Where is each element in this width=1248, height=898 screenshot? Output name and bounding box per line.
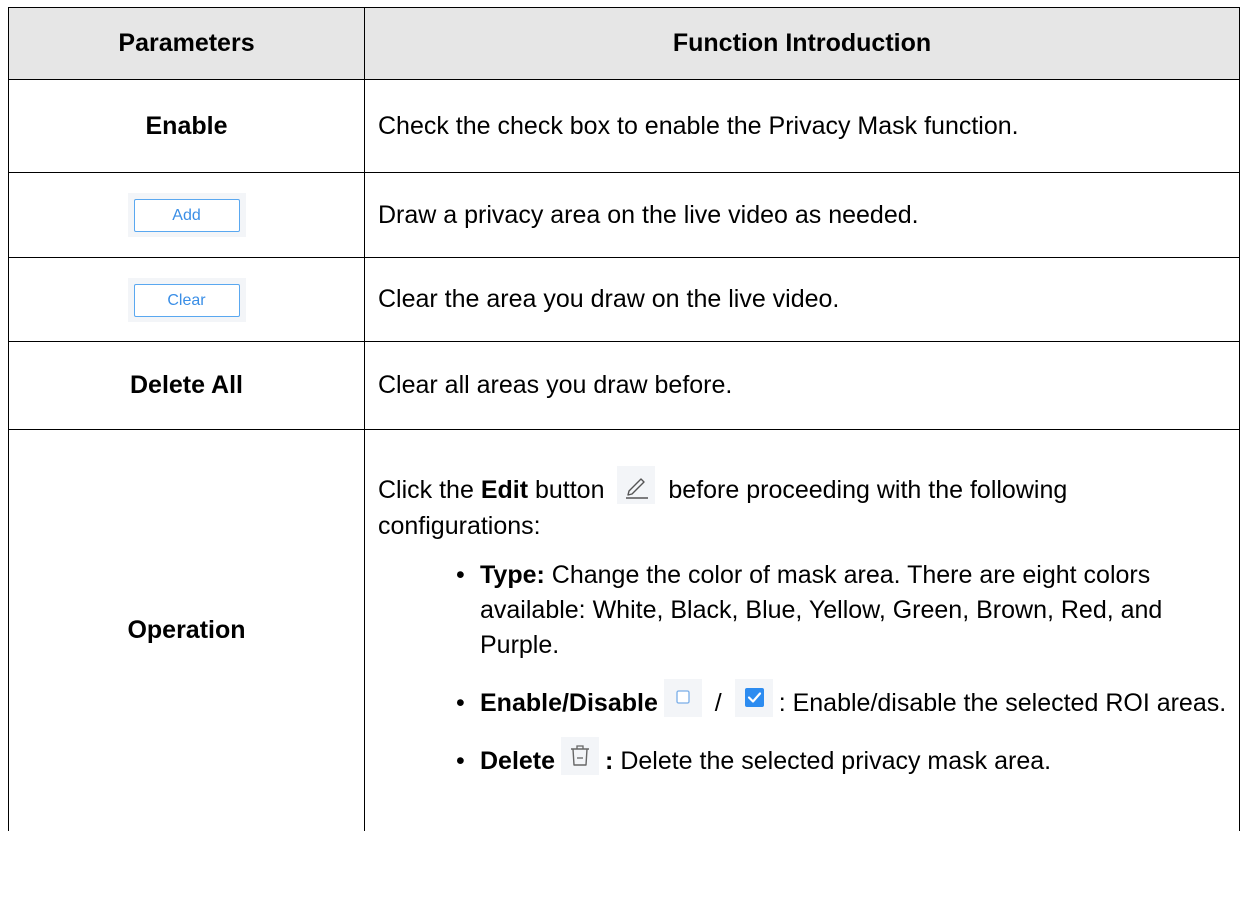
table-row: Clear Clear the area you draw on the liv… xyxy=(8,257,1240,342)
desc-operation: Click the Edit button before proceeding … xyxy=(364,429,1240,831)
unchecked-checkbox-icon xyxy=(663,679,702,717)
desc-delete-all: Clear all areas you draw before. xyxy=(364,341,1240,430)
type-text: Change the color of mask area. There are… xyxy=(480,561,1163,659)
pencil-icon xyxy=(617,466,656,504)
operation-intro: Click the Edit button before proceeding … xyxy=(378,466,1229,544)
param-enable: Enable xyxy=(8,79,365,173)
desc-clear: Clear the area you draw on the live vide… xyxy=(364,257,1240,342)
bullet-icon: • xyxy=(456,561,465,589)
table-row: Add Draw a privacy area on the live vide… xyxy=(8,172,1240,258)
add-button-image: Add xyxy=(127,193,246,237)
list-item-enable-disable: • Enable/Disable / : Enable/disable the s… xyxy=(456,679,1229,721)
checked-checkbox-icon xyxy=(734,679,773,717)
desc-add: Draw a privacy area on the live video as… xyxy=(364,172,1240,258)
bullet-icon: • xyxy=(456,747,465,775)
delete-text: Delete the selected privacy mask area. xyxy=(613,747,1052,775)
param-operation: Operation xyxy=(8,429,365,831)
intro-edit-bold: Edit xyxy=(480,476,529,504)
list-item-delete: • Delete: Delete the selected privacy mas… xyxy=(456,737,1229,779)
intro-text-mid: button xyxy=(528,476,612,504)
parameters-table: Parameters Function Introduction Enable … xyxy=(8,7,1240,831)
enable-disable-label: Enable/Disable xyxy=(480,689,658,717)
param-delete-all: Delete All xyxy=(8,341,365,430)
intro-text-pre: Click the xyxy=(378,476,481,504)
slash-separator: / xyxy=(707,689,729,717)
bullet-icon: • xyxy=(456,689,465,717)
header-function-introduction: Function Introduction xyxy=(364,7,1240,80)
list-item-type: • Type: Change the color of mask area. Th… xyxy=(456,558,1229,663)
enable-disable-text: : Enable/disable the selected ROI areas. xyxy=(778,689,1227,717)
delete-label: Delete xyxy=(480,747,556,775)
type-label: Type: xyxy=(480,561,545,589)
trash-icon xyxy=(561,737,600,775)
operation-list: • Type: Change the color of mask area. Th… xyxy=(378,558,1229,779)
param-add: Add xyxy=(8,172,365,258)
table-row: Delete All Clear all areas you draw befo… xyxy=(8,341,1240,430)
table-row: Operation Click the Edit button before p… xyxy=(8,429,1240,831)
table-row: Enable Check the check box to enable the… xyxy=(8,79,1240,173)
clear-button: Clear xyxy=(133,283,240,317)
desc-enable: Check the check box to enable the Privac… xyxy=(364,79,1240,173)
table-header-row: Parameters Function Introduction xyxy=(8,7,1240,80)
clear-button-image: Clear xyxy=(127,277,246,322)
param-clear: Clear xyxy=(8,257,365,342)
header-parameters: Parameters xyxy=(8,7,365,80)
add-button: Add xyxy=(133,199,240,232)
